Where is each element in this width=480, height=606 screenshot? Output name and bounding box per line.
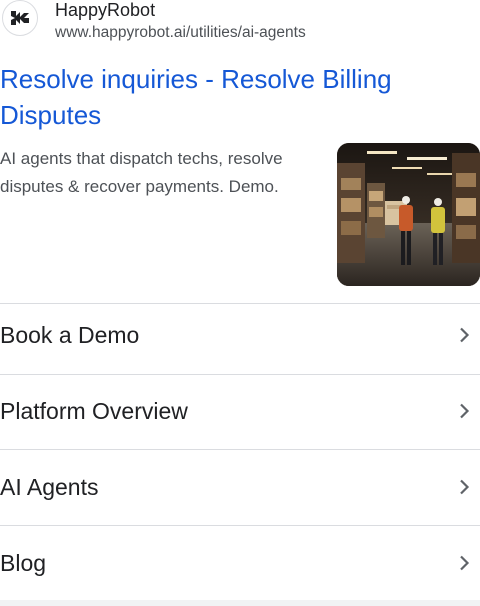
chevron-right-icon bbox=[456, 327, 472, 343]
sitelink-ai-agents[interactable]: AI Agents bbox=[0, 451, 480, 523]
result-snippet: AI agents that dispatch techs, resolve d… bbox=[0, 149, 283, 196]
sitelink-label: Book a Demo bbox=[0, 322, 140, 348]
sitelink-blog[interactable]: Blog bbox=[0, 527, 480, 599]
happyrobot-logo-icon bbox=[2, 0, 38, 36]
result-thumbnail[interactable] bbox=[337, 143, 480, 286]
sitelink-label: Platform Overview bbox=[0, 398, 188, 424]
sitelink-label: Blog bbox=[0, 550, 47, 576]
chevron-right-icon bbox=[456, 555, 472, 571]
sitelink-platform-overview[interactable]: Platform Overview bbox=[0, 375, 480, 447]
warehouse-workers-photo-icon bbox=[337, 143, 480, 286]
result-title-link[interactable]: Resolve inquiries - Resolve Billing Disp… bbox=[0, 61, 470, 133]
sitelink-book-a-demo[interactable]: Book a Demo bbox=[0, 299, 480, 371]
divider bbox=[0, 525, 480, 526]
result-card-bottom-edge bbox=[0, 600, 480, 606]
divider bbox=[0, 449, 480, 450]
result-header[interactable]: HappyRobot www.happyrobot.ai/utilities/a… bbox=[0, 0, 480, 48]
sitelink-label: AI Agents bbox=[0, 474, 99, 500]
site-name: HappyRobot bbox=[55, 0, 156, 20]
chevron-right-icon bbox=[456, 403, 472, 419]
chevron-right-icon bbox=[456, 479, 472, 495]
site-url: www.happyrobot.ai/utilities/ai-agents bbox=[55, 24, 306, 41]
